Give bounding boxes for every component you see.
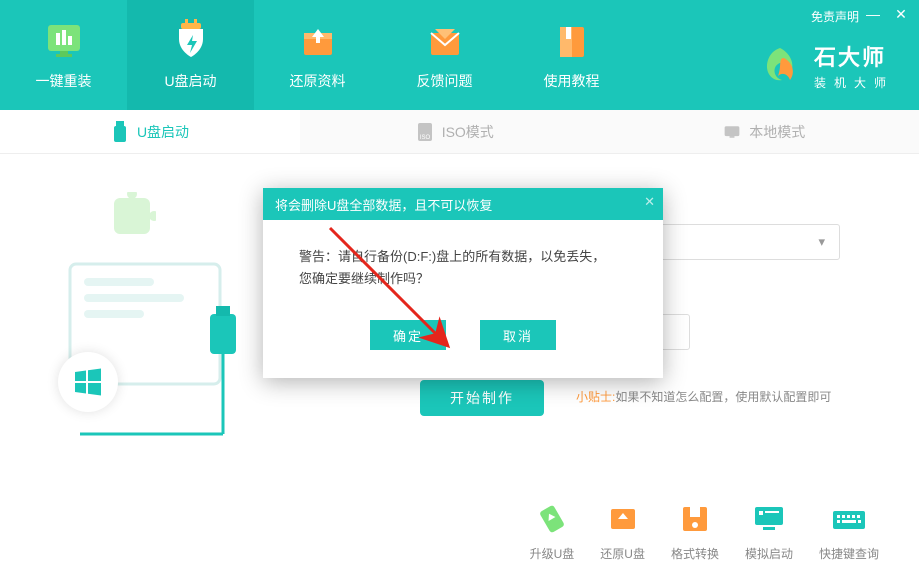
dialog-close-button[interactable]: ✕ xyxy=(644,194,655,210)
tip-body: 如果不知道怎么配置，使用默认配置即可 xyxy=(615,390,831,404)
tool-label: 还原U盘 xyxy=(600,545,645,562)
tool-convert[interactable]: 格式转换 xyxy=(671,501,719,562)
subtab-local[interactable]: 本地模式 xyxy=(610,110,919,153)
chart-icon xyxy=(42,19,86,63)
brand-title: 石大师 xyxy=(814,40,894,72)
disclaimer-link[interactable]: 免责声明 xyxy=(811,8,859,25)
nav-feedback[interactable]: 反馈问题 xyxy=(381,0,508,110)
brand: 石大师 装机大师 xyxy=(758,40,894,91)
chevron-down-icon: ▾ xyxy=(818,234,825,250)
sub-tabs: U盘启动 ISO ISO模式 本地模式 xyxy=(0,110,919,154)
subtab-usb[interactable]: U盘启动 xyxy=(0,110,300,153)
brand-logo-icon xyxy=(758,44,802,88)
tool-upgrade[interactable]: 升级U盘 xyxy=(530,501,575,562)
nav-label: 使用教程 xyxy=(544,71,600,91)
nav-restore[interactable]: 还原资料 xyxy=(254,0,381,110)
tool-hotkey[interactable]: 快捷键查询 xyxy=(819,501,879,562)
tool-restore[interactable]: 还原U盘 xyxy=(600,501,645,562)
confirm-dialog: 将会删除U盘全部数据，且不可以恢复 ✕ 警告：请自行备份(D:F:)盘上的所有数… xyxy=(263,188,663,378)
nav-label: U盘启动 xyxy=(164,71,216,91)
tool-simboot[interactable]: 模拟启动 xyxy=(745,501,793,562)
windows-logo-icon xyxy=(58,352,118,412)
dialog-warning-line1: 警告：请自行备份(D:F:)盘上的所有数据，以免丢失， xyxy=(299,246,627,268)
bottom-tools: 升级U盘 还原U盘 格式转换 模拟启动 快捷键查询 xyxy=(0,486,919,576)
restore-box-icon xyxy=(603,501,643,537)
keyboard-icon xyxy=(829,501,869,537)
tip-text: 小贴士:如果不知道怎么配置，使用默认配置即可 xyxy=(576,388,831,405)
nav-reinstall[interactable]: 一键重装 xyxy=(0,0,127,110)
shield-icon xyxy=(169,19,213,63)
usb-up-icon xyxy=(532,501,572,537)
tool-label: 快捷键查询 xyxy=(819,545,879,562)
start-button[interactable]: 开始制作 xyxy=(420,380,544,416)
close-button[interactable]: ✕ xyxy=(893,6,909,22)
brand-subtitle: 装机大师 xyxy=(814,74,894,91)
dialog-buttons: 确定 取消 xyxy=(263,320,663,378)
monitor-sim-icon xyxy=(749,501,789,537)
dialog-warning-line2: 您确定要继续制作吗？ xyxy=(299,268,627,290)
book-icon xyxy=(550,19,594,63)
subtab-iso[interactable]: ISO ISO模式 xyxy=(300,110,610,153)
nav-label: 反馈问题 xyxy=(417,71,473,91)
subtab-label: 本地模式 xyxy=(749,122,805,142)
subtab-label: U盘启动 xyxy=(137,122,189,142)
tool-label: 模拟启动 xyxy=(745,545,793,562)
convert-icon xyxy=(675,501,715,537)
header: 一键重装 U盘启动 还原资料 反馈问题 使用教程 免责声明 — ✕ 石大师 xyxy=(0,0,919,110)
cancel-label: 取消 xyxy=(503,326,533,345)
dialog-body: 警告：请自行备份(D:F:)盘上的所有数据，以免丢失， 您确定要继续制作吗？ xyxy=(263,220,663,320)
restore-icon xyxy=(296,19,340,63)
dialog-title: 将会删除U盘全部数据，且不可以恢复 xyxy=(275,195,492,214)
dialog-title-bar: 将会删除U盘全部数据，且不可以恢复 ✕ xyxy=(263,188,663,220)
tool-label: 升级U盘 xyxy=(530,545,575,562)
tool-label: 格式转换 xyxy=(671,545,719,562)
mail-icon xyxy=(423,19,467,63)
minimize-button[interactable]: — xyxy=(865,6,881,22)
usb-icon xyxy=(111,121,129,143)
ok-button[interactable]: 确定 xyxy=(370,320,446,350)
nav-usb-boot[interactable]: U盘启动 xyxy=(127,0,254,110)
start-button-label: 开始制作 xyxy=(450,388,514,408)
puzzle-icon xyxy=(108,192,156,240)
nav-label: 一键重装 xyxy=(36,71,92,91)
nav-tutorial[interactable]: 使用教程 xyxy=(508,0,635,110)
monitor-icon xyxy=(723,121,741,143)
ok-label: 确定 xyxy=(393,326,423,345)
tip-prefix: 小贴士: xyxy=(576,390,615,404)
window-controls: — ✕ xyxy=(865,6,909,22)
svg-text:ISO: ISO xyxy=(420,135,431,141)
nav-label: 还原资料 xyxy=(290,71,346,91)
cancel-button[interactable]: 取消 xyxy=(480,320,556,350)
subtab-label: ISO模式 xyxy=(442,122,494,142)
iso-icon: ISO xyxy=(416,121,434,143)
